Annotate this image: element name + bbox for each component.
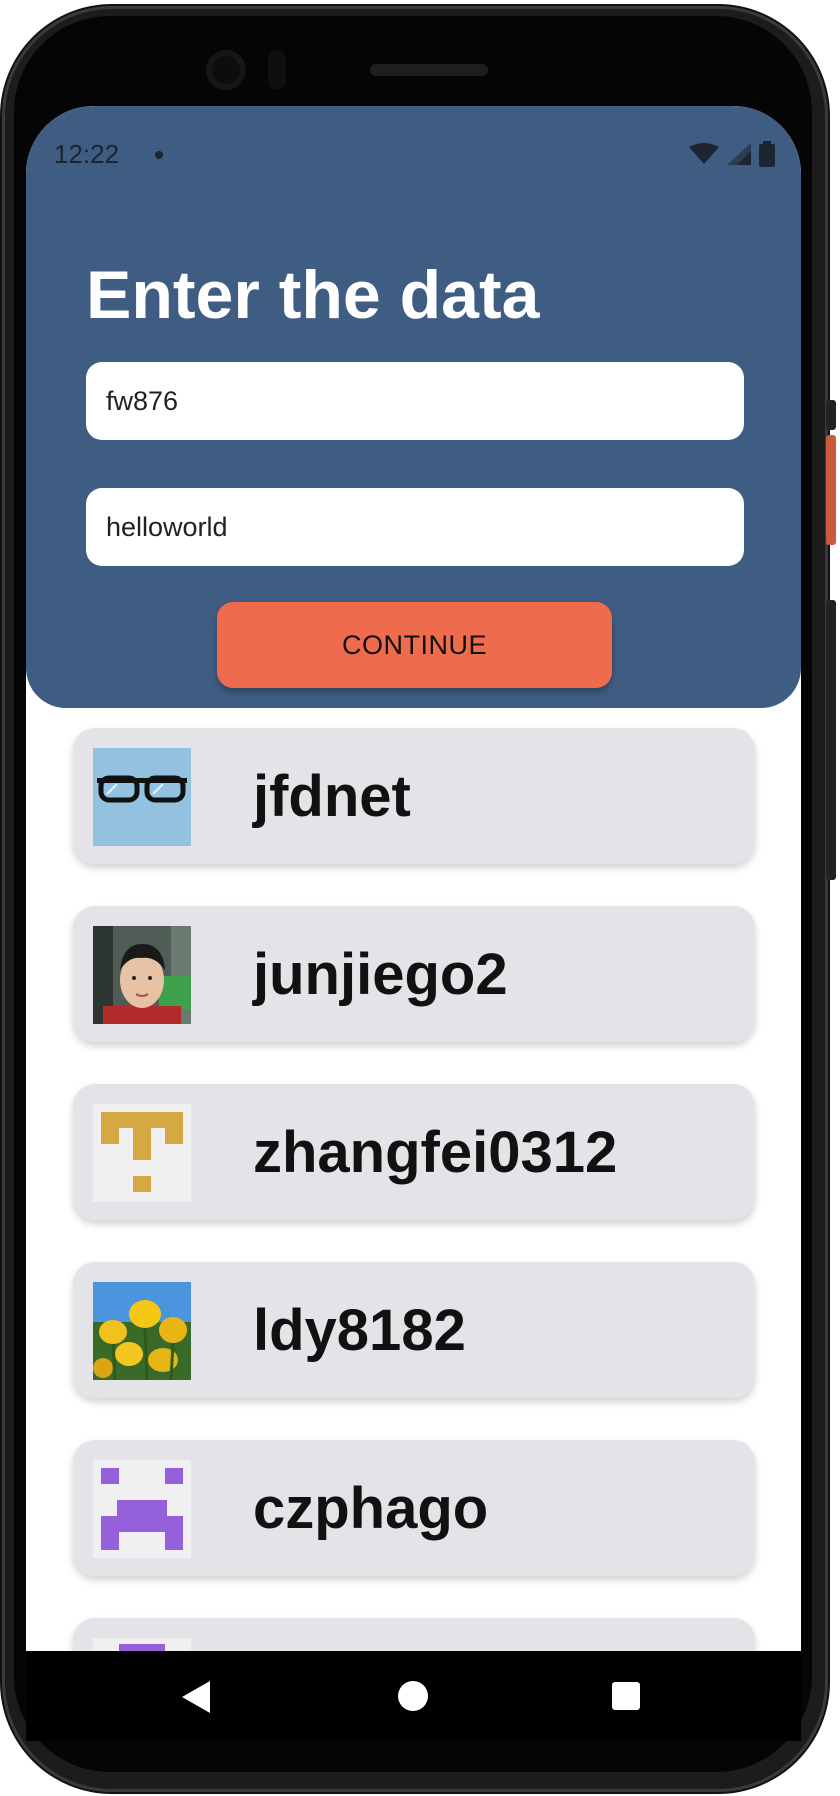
user-name: ldy8182 <box>253 1297 466 1363</box>
back-icon[interactable] <box>182 1681 210 1713</box>
volume-button <box>826 600 836 880</box>
password-value: helloworld <box>106 511 228 542</box>
cell-signal-icon <box>727 143 751 165</box>
system-nav-bar <box>26 1651 801 1741</box>
identicon-partial <box>93 1638 191 1651</box>
user-name: junjiego2 <box>253 941 508 1007</box>
side-button <box>826 400 836 430</box>
user-name: zhangfei0312 <box>253 1119 618 1185</box>
user-card[interactable]: zhangfei0312 <box>73 1084 755 1220</box>
home-icon[interactable] <box>398 1681 428 1711</box>
status-icons <box>689 141 775 167</box>
user-card[interactable]: jfdnet <box>73 728 755 864</box>
speaker-grille <box>370 64 488 76</box>
user-card-partial[interactable] <box>73 1618 755 1651</box>
photo-portrait-avatar <box>93 926 191 1024</box>
recents-icon[interactable] <box>612 1682 640 1710</box>
username-field[interactable]: fw876 <box>86 362 744 440</box>
notification-dot-icon <box>155 151 163 159</box>
continue-button[interactable]: CONTINUE <box>217 602 612 688</box>
page-title: Enter the data <box>86 257 540 333</box>
status-time: 12:22 <box>54 139 120 169</box>
login-header: 12:22 Enter the data fw876 helloworld CO… <box>26 106 801 708</box>
username-value: fw876 <box>106 385 179 416</box>
user-name: czphago <box>253 1475 489 1541</box>
user-card[interactable]: junjiego2 <box>73 906 755 1042</box>
user-name: jfdnet <box>253 763 411 829</box>
identicon-gold <box>93 1104 191 1202</box>
identicon-purple <box>93 1460 191 1558</box>
user-card[interactable]: ldy8182 <box>73 1262 755 1398</box>
camera-icon <box>206 50 246 90</box>
password-field[interactable]: helloworld <box>86 488 744 566</box>
glasses-avatar <box>93 748 191 846</box>
battery-icon <box>759 141 775 167</box>
power-button <box>826 435 836 545</box>
wifi-icon <box>689 143 719 164</box>
user-card[interactable]: czphago <box>73 1440 755 1576</box>
sensor-icon <box>268 50 286 90</box>
app-screen: 12:22 Enter the data fw876 helloworld CO… <box>26 106 801 1651</box>
tulips-photo-avatar <box>93 1282 191 1380</box>
